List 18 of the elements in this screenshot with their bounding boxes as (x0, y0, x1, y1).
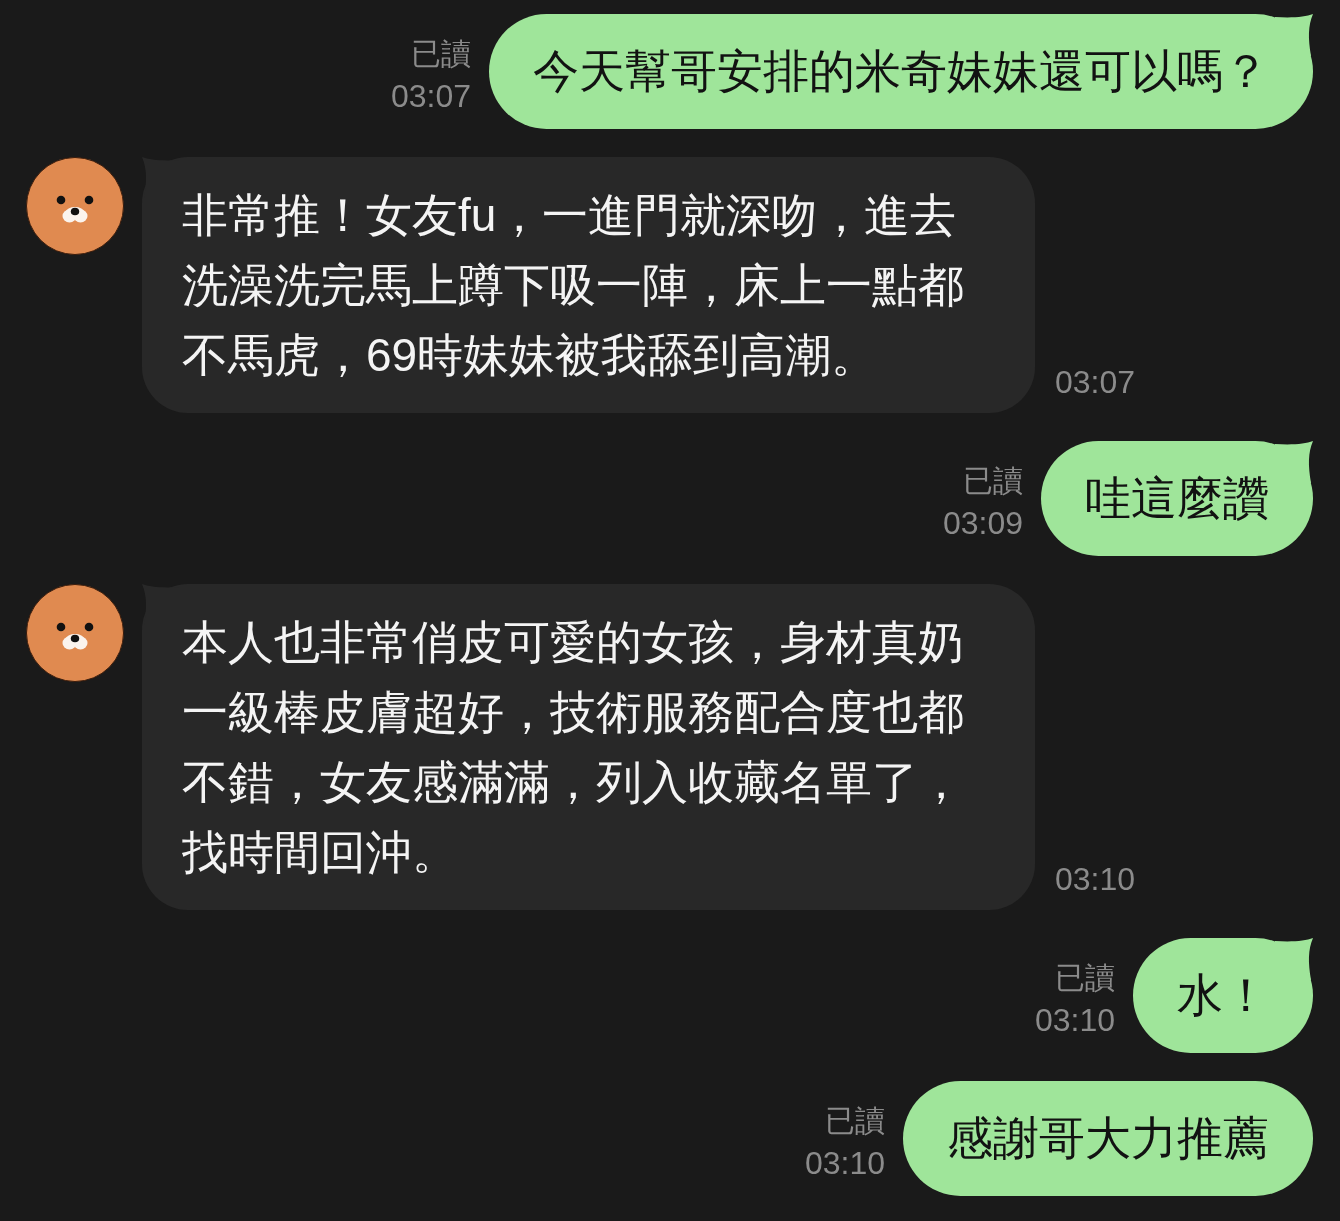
message-time: 03:10 (1034, 1001, 1115, 1040)
message-time: 03:10 (804, 1144, 885, 1183)
read-receipt: 已讀 (1054, 960, 1115, 996)
message-bubble: 感謝哥大力推薦 (903, 1081, 1313, 1196)
read-receipt: 已讀 (824, 1103, 885, 1139)
animal-avatar-icon[interactable] (26, 584, 124, 682)
message-time: 03:10 (1055, 860, 1136, 899)
message-bubble: 哇這麼讚 (1041, 441, 1313, 556)
animal-avatar-icon[interactable] (26, 157, 124, 255)
message-time: 03:07 (1055, 363, 1136, 402)
message-bubble: 本人也非常俏皮可愛的女孩，身材真奶一級棒皮膚超好，技術服務配合度也都不錯，女友感滿滿，列入收藏名單了，找時間回沖。 (142, 584, 1035, 910)
message-bubble: 非常推！女友fu，一進門就深吻，進去洗澡洗完馬上蹲下吸一陣，床上一點都不馬虎，69時妹妹被我舔到高潮。 (142, 157, 1035, 413)
read-receipt: 已讀 (410, 36, 471, 72)
message-time: 03:07 (390, 77, 471, 116)
message-bubble: 水！ (1133, 938, 1313, 1053)
message-time: 03:09 (942, 504, 1023, 543)
read-receipt: 已讀 (962, 463, 1023, 499)
message-bubble: 今天幫哥安排的米奇妹妹還可以嗎？ (489, 14, 1313, 129)
